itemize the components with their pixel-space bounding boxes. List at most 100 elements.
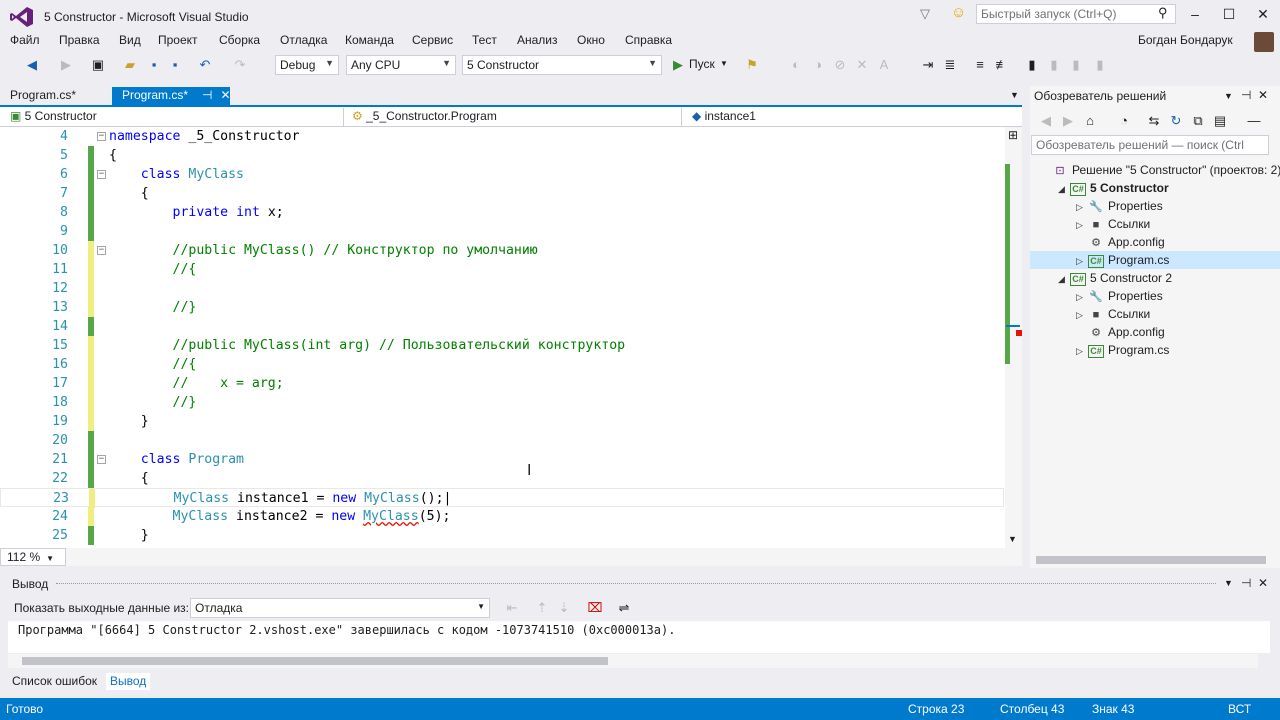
step-forward-icon[interactable]: ◑	[810, 57, 826, 73]
next-bookmark-icon[interactable]: ▮	[1068, 57, 1084, 73]
code-line[interactable]: 6 − class MyClass	[0, 165, 1004, 184]
stop-icon[interactable]: ⊘	[832, 57, 848, 73]
output-scroll-thumb[interactable]	[22, 657, 608, 665]
platform-dropdown[interactable]: Any CPU ▼	[346, 55, 456, 75]
close-icon[interactable]: ✕	[220, 88, 230, 102]
pin-icon[interactable]: ⊣	[1241, 88, 1251, 102]
show-all-files-icon[interactable]: ▤	[1212, 113, 1228, 129]
menu-team[interactable]: Команда	[345, 33, 394, 47]
tree-item[interactable]: ⊡ Решение "5 Constructor" (проектов: 2)	[1040, 161, 1280, 179]
tree-item[interactable]: ⚙ App.config	[1076, 323, 1165, 341]
maximize-button[interactable]: ☐	[1214, 4, 1244, 24]
scroll-down-icon[interactable]: ▼	[1008, 534, 1017, 544]
collapse-icon[interactable]: −	[97, 246, 106, 255]
close-icon[interactable]: ✕	[854, 57, 870, 73]
code-line[interactable]: 15 //public MyClass(int arg) // Пользова…	[0, 336, 1004, 355]
editor-horizontal-scrollbar[interactable]	[66, 548, 1022, 566]
avatar[interactable]	[1254, 32, 1274, 52]
expander-icon[interactable]: ▷	[1076, 342, 1088, 360]
run-icon[interactable]: ▶	[670, 57, 686, 73]
feedback-smiley-icon[interactable]: ☺	[951, 4, 966, 21]
tab-error-list[interactable]: Список ошибок	[8, 673, 101, 689]
menu-edit[interactable]: Правка	[59, 33, 100, 47]
menu-tools[interactable]: Сервис	[412, 33, 453, 47]
collapse-icon[interactable]: −	[97, 455, 106, 464]
expander-icon[interactable]: ▷	[1076, 288, 1088, 306]
close-icon[interactable]: ✕	[1258, 576, 1268, 590]
code-line[interactable]: 4 − namespace _5_Constructor	[0, 127, 1004, 146]
clear-bookmarks-icon[interactable]: ▮	[1092, 57, 1108, 73]
user-name[interactable]: Богдан Бондарук	[1138, 33, 1233, 47]
code-editor[interactable]: 4− namespace _5_Constructor 5{6− class MyC…	[0, 127, 1022, 548]
menu-build[interactable]: Сборка	[219, 33, 260, 47]
collapse-icon[interactable]: −	[97, 132, 106, 141]
word-wrap-icon[interactable]: ⇌	[616, 600, 632, 616]
menu-file[interactable]: Файл	[10, 33, 40, 47]
config-dropdown[interactable]: Debug ▼	[275, 55, 339, 75]
goto-prev-icon[interactable]: ⇤	[504, 600, 520, 616]
bookmark-icon[interactable]: ▮	[1024, 57, 1040, 73]
project-nav-dropdown[interactable]: ▣ 5 Constructor	[4, 108, 344, 126]
tab-output[interactable]: Вывод	[106, 673, 151, 690]
code-line[interactable]: 13 //}	[0, 298, 1004, 317]
code-line[interactable]: 8 private int x;	[0, 203, 1004, 222]
collapse-icon[interactable]: −	[97, 170, 106, 179]
comment-icon[interactable]: ≡	[972, 57, 988, 73]
tree-item[interactable]: ◢ C# 5 Constructor	[1058, 179, 1169, 197]
code-line[interactable]: 12	[0, 279, 1004, 298]
tree-item[interactable]: ▷ ■ Ссылки	[1076, 215, 1150, 233]
goto-down-icon[interactable]: ⇣	[556, 600, 572, 616]
code-line[interactable]: 11 //{	[0, 260, 1004, 279]
attach-icon[interactable]: ⚑	[744, 57, 760, 73]
solution-scroll-thumb[interactable]	[1036, 556, 1266, 564]
solution-search-input[interactable]: Обозреватель решений — поиск (Ctrl	[1031, 135, 1269, 155]
format-icon[interactable]: A	[876, 57, 892, 73]
properties-icon[interactable]: —	[1246, 113, 1262, 129]
expander-icon[interactable]: ◢	[1058, 180, 1070, 198]
open-file-icon[interactable]: ▰	[122, 57, 138, 73]
clear-all-icon[interactable]: ⌧	[587, 600, 603, 616]
tree-item[interactable]: ▷ C# Program.cs	[1076, 251, 1169, 269]
member-nav-dropdown[interactable]: ◆ instance1	[686, 108, 1020, 126]
code-line[interactable]: 19 }	[0, 412, 1004, 431]
collapse-all-icon[interactable]: ⧉	[1190, 113, 1206, 129]
pending-changes-icon[interactable]: ◔	[1116, 113, 1132, 129]
output-source-dropdown[interactable]: Отладка ▼	[190, 598, 490, 618]
expander-icon[interactable]: ▷	[1076, 216, 1088, 234]
tree-item[interactable]: ▷ ■ Ссылки	[1076, 305, 1150, 323]
step-back-icon[interactable]: ◐	[788, 57, 804, 73]
expander-icon[interactable]: ▷	[1076, 306, 1088, 324]
code-line[interactable]: 22 {	[0, 469, 1004, 488]
code-line[interactable]: 23 MyClass instance1 = new MyClass();|	[0, 488, 1004, 508]
menu-view[interactable]: Вид	[119, 33, 141, 47]
code-line[interactable]: 9	[0, 222, 1004, 241]
forward-icon[interactable]: ▶	[58, 57, 74, 73]
tab-program-cs-1[interactable]: Program.cs*	[0, 87, 112, 105]
undo-icon[interactable]: ↶	[197, 57, 213, 73]
close-icon[interactable]: ✕	[1258, 88, 1268, 102]
code-line[interactable]: 24 MyClass instance2 = new MyClass(5);	[0, 507, 1004, 526]
code-line[interactable]: 20	[0, 431, 1004, 450]
menu-window[interactable]: Окно	[577, 33, 605, 47]
tree-item[interactable]: ⚙ App.config	[1076, 233, 1165, 251]
uncomment-icon[interactable]: ≢	[994, 57, 1010, 73]
menu-project[interactable]: Проект	[158, 33, 198, 47]
startup-project-dropdown[interactable]: 5 Constructor ▼	[462, 55, 662, 75]
menu-analyze[interactable]: Анализ	[517, 33, 558, 47]
indent-icon[interactable]: ⇥	[920, 57, 936, 73]
zoom-dropdown[interactable]: 112 % ▼	[0, 548, 66, 566]
back-icon[interactable]: ◀	[24, 57, 40, 73]
close-window-button[interactable]: ✕	[1248, 4, 1278, 24]
pin-icon[interactable]: ⊣	[1241, 576, 1251, 590]
code-line[interactable]: 10 − //public MyClass() // Конструктор по…	[0, 241, 1004, 260]
class-nav-dropdown[interactable]: ⚙ _5_Constructor.Program	[346, 108, 682, 126]
home-icon[interactable]: ⌂	[1082, 113, 1098, 129]
goto-next-icon[interactable]: ⇡	[534, 600, 550, 616]
pin-icon[interactable]: ⊣	[202, 88, 212, 102]
code-line[interactable]: 18 //}	[0, 393, 1004, 412]
menu-debug[interactable]: Отладка	[280, 33, 327, 47]
prev-bookmark-icon[interactable]: ▮	[1046, 57, 1062, 73]
run-button[interactable]: Пуск	[689, 57, 715, 71]
menu-help[interactable]: Справка	[625, 33, 672, 47]
code-line[interactable]: 5{	[0, 146, 1004, 165]
